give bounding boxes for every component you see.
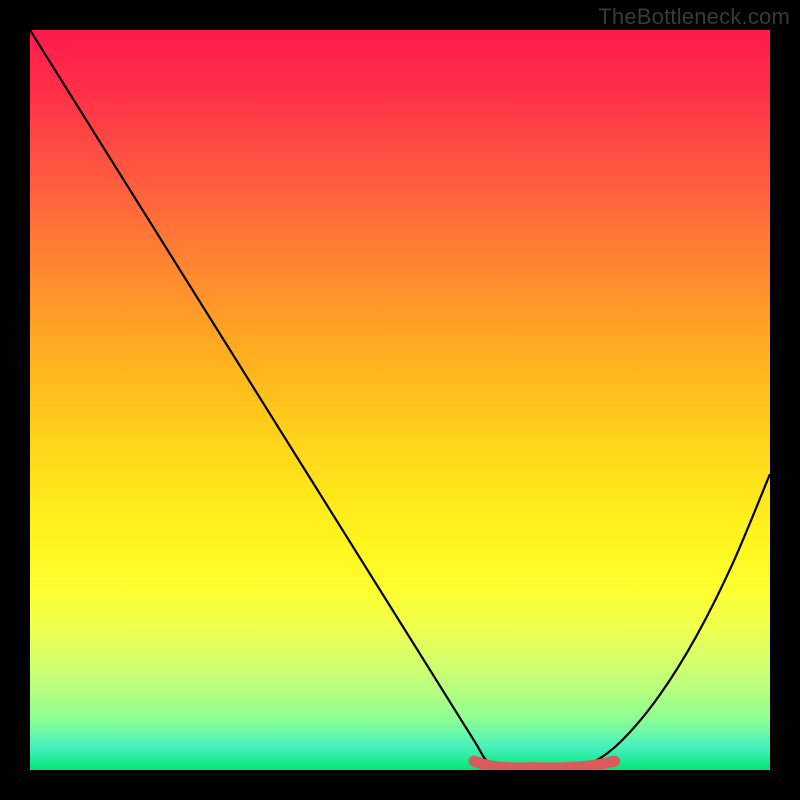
watermark-text: TheBottleneck.com — [598, 4, 790, 30]
chart-svg — [30, 30, 770, 770]
sweet-spot-band — [474, 761, 615, 768]
plot-area — [30, 30, 770, 770]
chart-container: TheBottleneck.com — [0, 0, 800, 800]
bottleneck-curve — [30, 30, 770, 770]
